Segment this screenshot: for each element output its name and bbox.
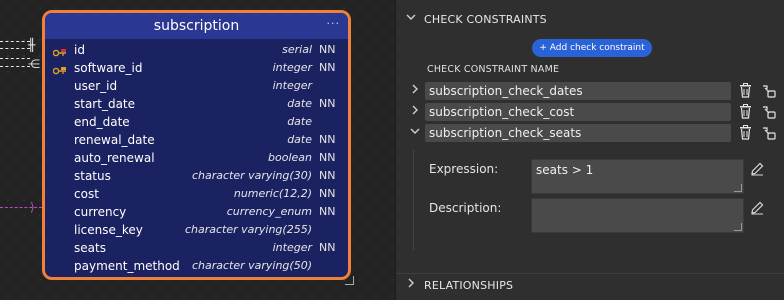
column-type: date <box>287 97 312 110</box>
chevron-right-icon[interactable] <box>410 83 420 98</box>
column-name: id <box>74 43 85 57</box>
not-null-flag: NN <box>319 97 336 110</box>
constraint-row[interactable]: subscription_check_seats <box>396 123 784 143</box>
primary-key-icon <box>52 46 67 57</box>
table-header[interactable]: subscription ··· <box>45 13 348 39</box>
foreign-key-icon <box>52 64 67 75</box>
table-title: subscription <box>153 18 240 34</box>
table-column-row[interactable]: payment_method character varying(50) <box>45 257 348 275</box>
column-type: numeric(12,2) <box>233 187 312 200</box>
column-name: start_date <box>74 97 136 111</box>
table-column-row[interactable]: license_key character varying(255) <box>45 221 348 239</box>
column-type: integer <box>272 241 312 254</box>
relationship-line[interactable] <box>0 58 30 59</box>
pencil-icon[interactable] <box>750 200 764 215</box>
column-name: seats <box>74 241 106 255</box>
column-type: serial <box>282 43 312 56</box>
textarea-resize-grip[interactable] <box>734 223 742 231</box>
duplicate-icon[interactable] <box>761 125 777 141</box>
description-input[interactable] <box>531 198 744 233</box>
table-node-subscription[interactable]: subscription ··· id serial NN software_id in… <box>42 10 351 280</box>
not-null-flag: NN <box>319 151 336 164</box>
column-name: license_key <box>74 223 143 237</box>
table-column-row[interactable]: renewal_date date NN <box>45 131 348 149</box>
column-name: cost <box>74 187 99 201</box>
diagram-canvas[interactable]: ╫ ⋲ ⟩ subscription ··· id serial NN softwar… <box>0 0 395 300</box>
foreign-key-line[interactable] <box>0 207 42 208</box>
column-name: renewal_date <box>74 133 155 147</box>
constraint-name-column-header: CHECK CONSTRAINT NAME <box>427 64 560 75</box>
constraint-row[interactable]: subscription_check_cost <box>396 102 784 122</box>
crowfoot-marker: ⋲ <box>28 57 40 71</box>
relationship-line[interactable] <box>0 41 30 42</box>
relationship-line[interactable] <box>0 66 30 67</box>
not-null-flag: NN <box>319 169 336 182</box>
not-null-flag: NN <box>319 241 336 254</box>
expression-label: Expression: <box>429 162 499 176</box>
expression-value: seats > 1 <box>536 163 594 177</box>
chevron-down-icon <box>406 12 416 25</box>
section-title: RELATIONSHIPS <box>424 279 514 292</box>
column-type: boolean <box>268 151 312 164</box>
relationships-section-header[interactable]: RELATIONSHIPS <box>396 274 784 296</box>
table-column-row[interactable]: auto_renewal boolean NN <box>45 149 348 167</box>
table-column-row[interactable]: user_id integer <box>45 77 348 95</box>
not-null-flag: NN <box>319 133 336 146</box>
not-null-flag: NN <box>319 187 336 200</box>
expanded-detail-guide <box>413 150 414 250</box>
duplicate-icon[interactable] <box>761 83 777 99</box>
column-type: integer <box>272 61 312 74</box>
section-title: CHECK CONSTRAINTS <box>424 13 547 26</box>
trash-icon[interactable] <box>739 104 752 119</box>
column-type: integer <box>272 79 312 92</box>
column-type: date <box>287 133 312 146</box>
column-name: payment_method <box>74 259 180 273</box>
check-constraints-section-header[interactable]: CHECK CONSTRAINTS <box>396 8 784 30</box>
expression-input[interactable]: seats > 1 <box>531 159 744 194</box>
description-label: Description: <box>429 201 502 215</box>
properties-panel: CHECK CONSTRAINTS + Add check constraint… <box>395 0 784 300</box>
chevron-right-icon[interactable] <box>410 104 420 119</box>
table-column-row[interactable]: software_id integer NN <box>45 59 348 77</box>
not-null-flag: NN <box>319 205 336 218</box>
textarea-resize-grip[interactable] <box>734 184 742 192</box>
column-type: character varying(255) <box>184 223 312 236</box>
constraint-name-field[interactable]: subscription_check_dates <box>425 82 731 100</box>
crowfoot-marker: ╫ <box>28 38 36 52</box>
table-column-row[interactable]: cost numeric(12,2) NN <box>45 185 348 203</box>
column-type: character varying(30) <box>191 169 312 182</box>
not-null-flag: NN <box>319 61 336 74</box>
column-name: software_id <box>74 61 143 75</box>
table-column-row[interactable]: seats integer NN <box>45 239 348 257</box>
chevron-right-icon <box>406 278 416 291</box>
column-name: status <box>74 169 111 183</box>
column-name: end_date <box>74 115 130 129</box>
duplicate-icon[interactable] <box>761 104 777 120</box>
table-column-row[interactable]: id serial NN <box>45 41 348 59</box>
constraint-name-field[interactable]: subscription_check_seats <box>425 124 731 142</box>
column-name: auto_renewal <box>74 151 155 165</box>
add-check-constraint-button[interactable]: + Add check constraint <box>532 39 652 57</box>
table-column-row[interactable]: currency currency_enum NN <box>45 203 348 221</box>
table-column-row[interactable]: end_date date <box>45 113 348 131</box>
column-name: user_id <box>74 79 118 93</box>
chevron-down-icon[interactable] <box>410 125 420 140</box>
constraint-row[interactable]: subscription_check_dates <box>396 81 784 101</box>
column-type: currency_enum <box>226 205 312 218</box>
not-null-flag: NN <box>319 43 336 56</box>
relationship-line[interactable] <box>0 48 30 49</box>
column-type: character varying(50) <box>191 259 312 272</box>
trash-icon[interactable] <box>739 83 752 98</box>
column-name: currency <box>74 205 127 219</box>
constraint-name-field[interactable]: subscription_check_cost <box>425 103 731 121</box>
table-column-row[interactable]: start_date date NN <box>45 95 348 113</box>
table-menu-icon[interactable]: ··· <box>327 17 341 30</box>
table-column-row[interactable]: status character varying(30) NN <box>45 167 348 185</box>
column-type: date <box>287 115 312 128</box>
foreign-key-arrow: ⟩ <box>30 200 35 214</box>
trash-icon[interactable] <box>739 125 752 140</box>
pencil-icon[interactable] <box>750 161 764 176</box>
